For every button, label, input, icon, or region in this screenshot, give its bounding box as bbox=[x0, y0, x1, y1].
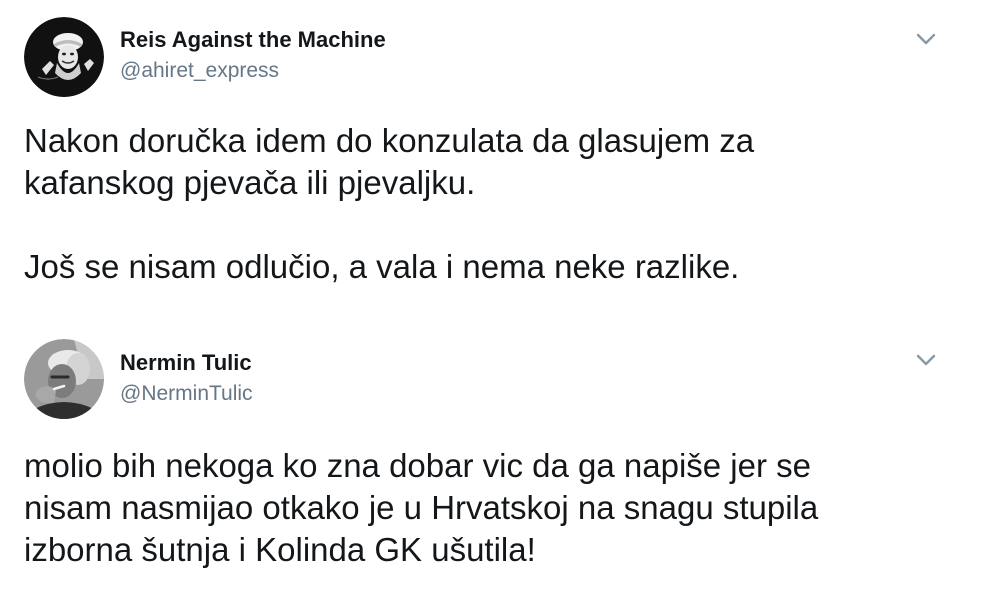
tweet-text: Nakon doručka idem do konzulata da glasu… bbox=[24, 120, 984, 288]
chevron-down-icon[interactable] bbox=[914, 351, 938, 369]
tweet-text-line: kafanskog pjevača ili pjevaljku. bbox=[24, 164, 476, 201]
tweet-text: molio bih nekoga ko zna dobar vic da ga … bbox=[24, 445, 984, 571]
author-avatar[interactable] bbox=[24, 339, 104, 419]
tweet: Nermin Tulic @NerminTulic molio bih neko… bbox=[0, 325, 1003, 597]
author-avatar[interactable] bbox=[24, 17, 104, 97]
tweet-text-line: izborna šutnja i Kolinda GK ušutila! bbox=[24, 531, 536, 568]
tweet-text-line: nisam nasmijao otkako je u Hrvatskoj na … bbox=[24, 489, 819, 526]
paragraph-break bbox=[24, 204, 984, 246]
author-display-name[interactable]: Reis Against the Machine bbox=[120, 27, 386, 53]
tweet-text-line: Još se nisam odlučio, a vala i nema neke… bbox=[24, 248, 740, 285]
chevron-down-icon[interactable] bbox=[914, 30, 938, 48]
avatar-image-icon bbox=[24, 17, 104, 97]
tweet-text-line: molio bih nekoga ko zna dobar vic da ga … bbox=[24, 447, 811, 484]
author-display-name[interactable]: Nermin Tulic bbox=[120, 350, 252, 376]
author-handle[interactable]: @NerminTulic bbox=[120, 382, 253, 406]
tweet: Reis Against the Machine @ahiret_express… bbox=[0, 0, 1003, 325]
tweet-text-line: Nakon doručka idem do konzulata da glasu… bbox=[24, 122, 755, 159]
avatar-image-icon bbox=[24, 339, 104, 419]
author-handle[interactable]: @ahiret_express bbox=[120, 59, 279, 83]
